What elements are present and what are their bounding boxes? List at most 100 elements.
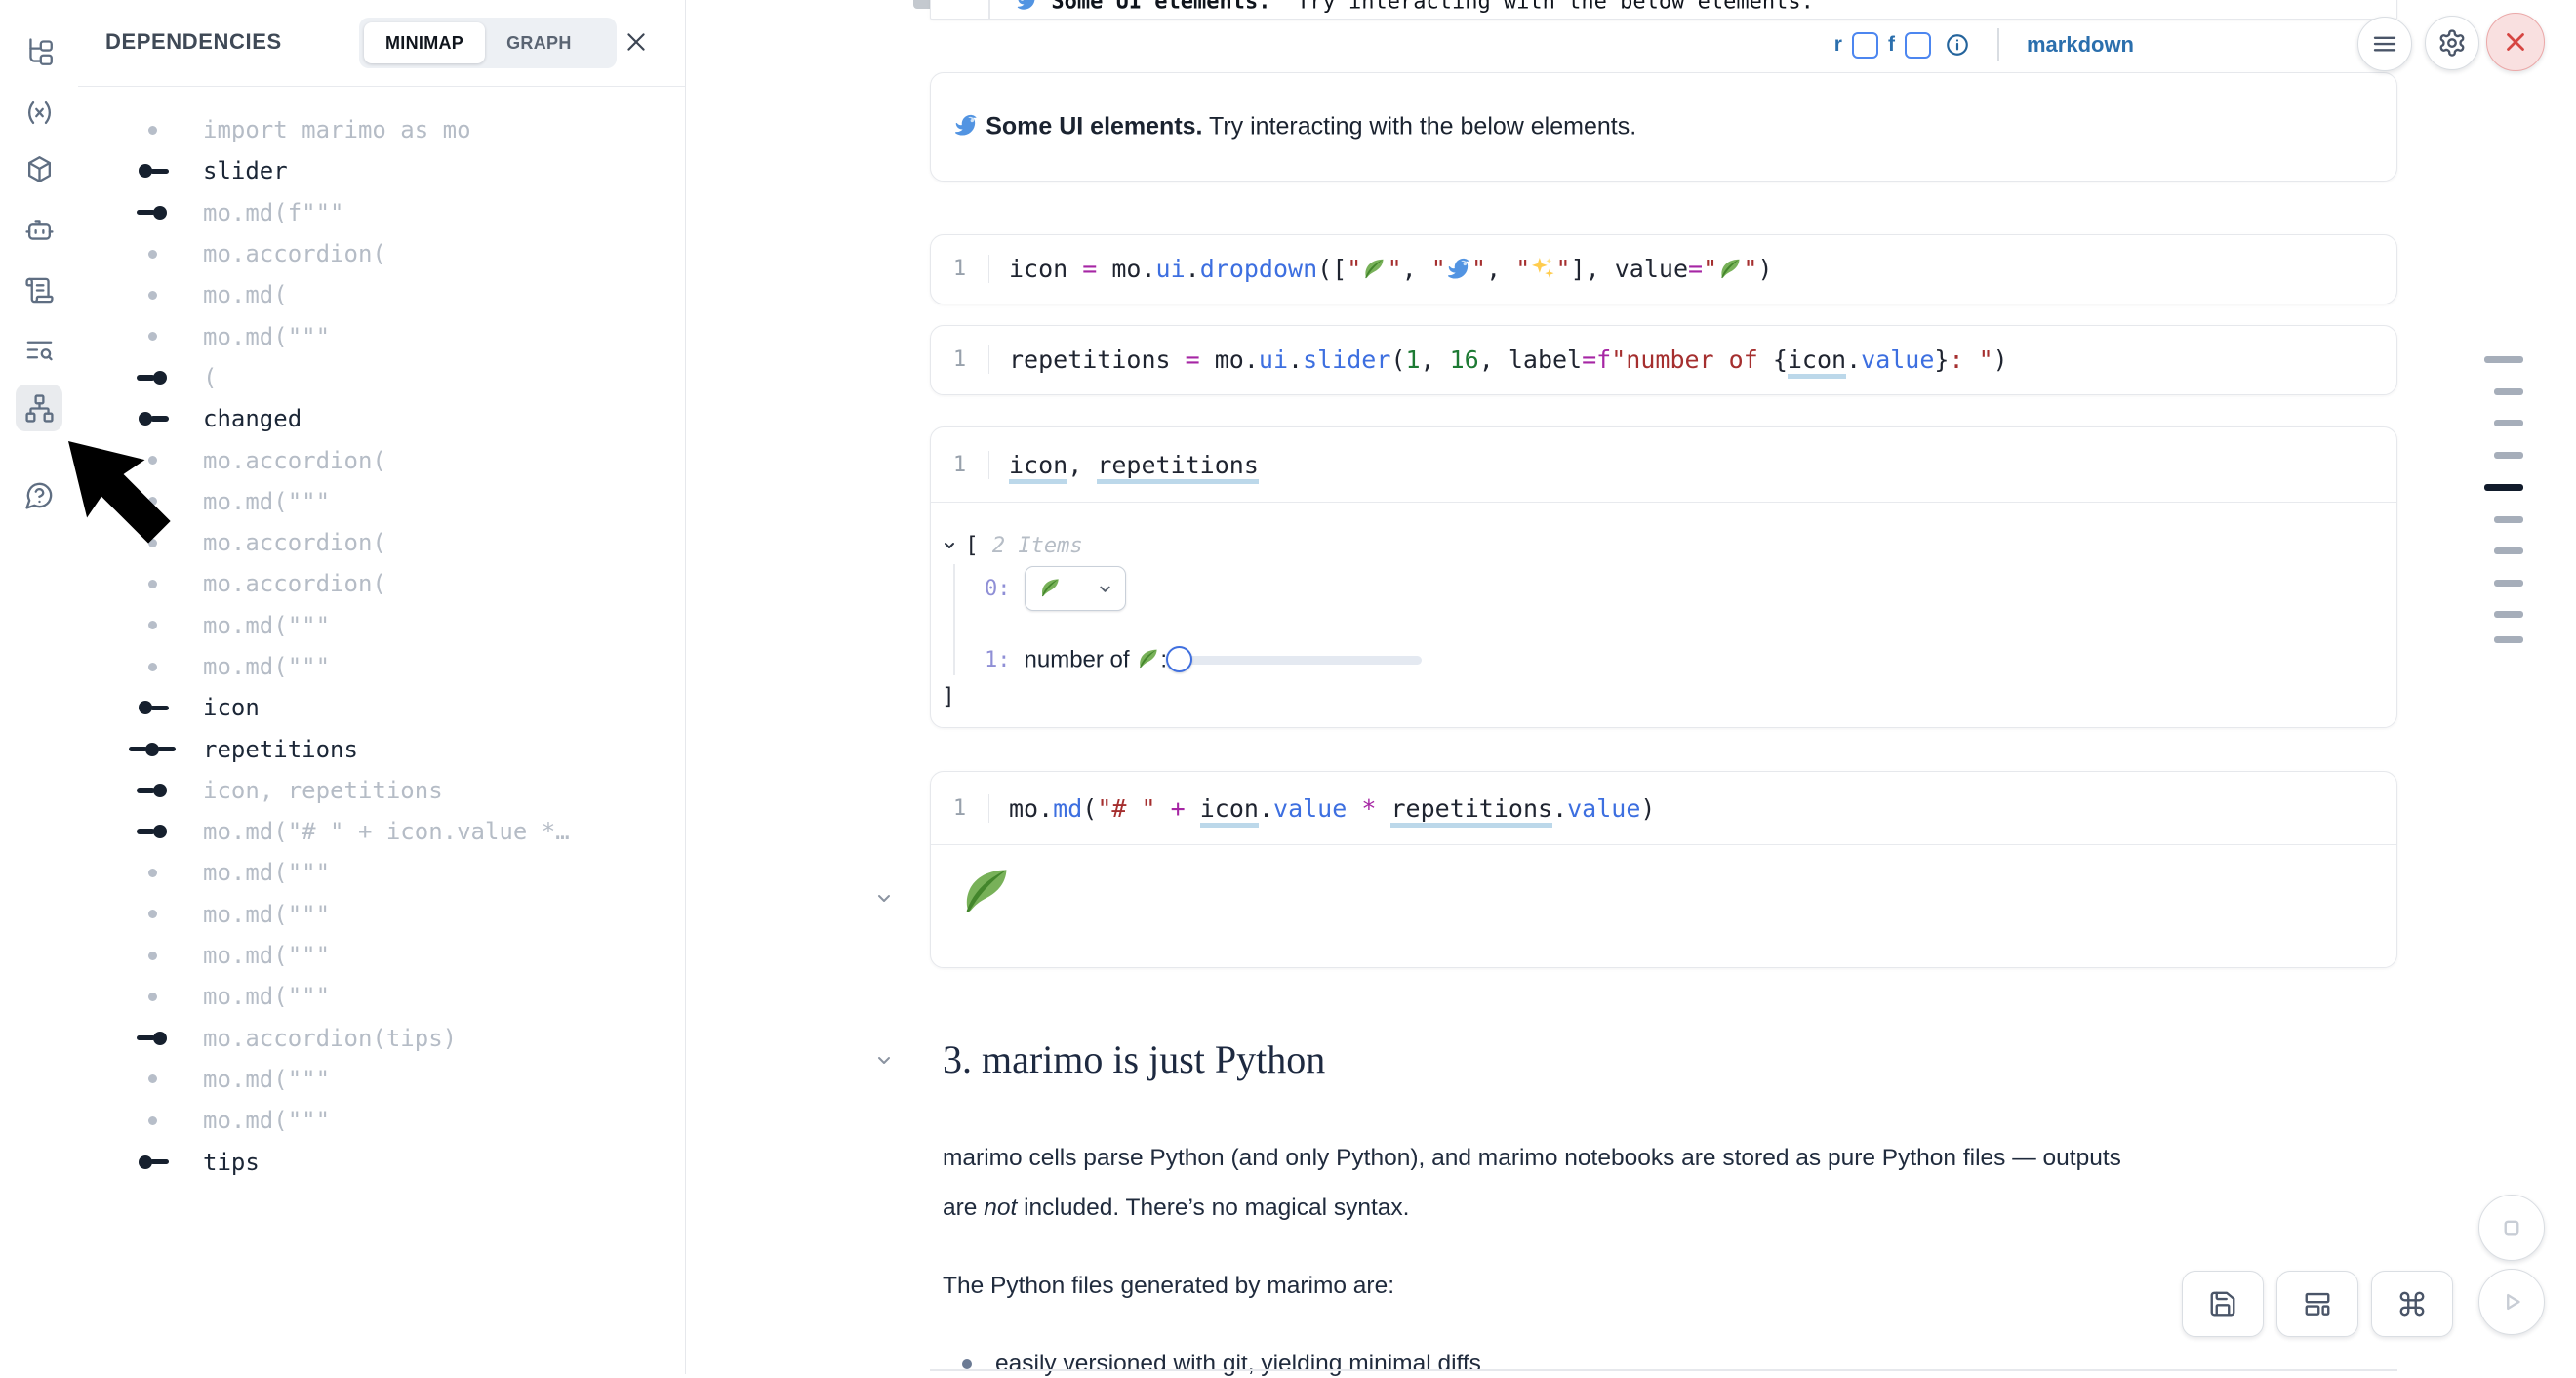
gutter-divider: [988, 0, 990, 19]
code-editor[interactable]: icon = mo.ui.dropdown(["", "", ""], valu…: [988, 255, 2396, 283]
markdown-source-line[interactable]: Some UI elements. Try interacting with t…: [1016, 0, 1814, 15]
slider-thumb[interactable]: [1166, 646, 1192, 672]
minimap-item-label: mo.accordion(tips): [203, 1025, 457, 1052]
stop-button[interactable]: [2478, 1195, 2545, 1261]
minimap-item[interactable]: import marimo as mo: [78, 109, 683, 150]
command-palette-button[interactable]: [2371, 1271, 2453, 1337]
collapse-section-chevron-icon[interactable]: [874, 1050, 894, 1070]
info-icon[interactable]: [1945, 32, 1970, 58]
cell-dot-icon: [125, 456, 180, 465]
paragraph-1: marimo cells parse Python (and only Pyth…: [943, 1133, 2328, 1233]
minimap-item[interactable]: mo.md(""": [78, 646, 683, 687]
slider-label: number of :: [1025, 646, 1168, 673]
minimap-item[interactable]: mo.md(""": [78, 935, 683, 976]
leaf-output: [957, 862, 1015, 919]
minimap-item[interactable]: icon: [78, 687, 683, 728]
dependency-edge-icon: [125, 825, 180, 838]
save-icon: [2208, 1289, 2237, 1318]
tab-minimap[interactable]: MINIMAP: [364, 22, 485, 63]
minimap-item[interactable]: mo.accordion(: [78, 563, 683, 604]
scroll-marker[interactable]: [2494, 388, 2523, 395]
minimap-item[interactable]: repetitions: [78, 728, 683, 769]
scroll-marker-active[interactable]: [2484, 484, 2523, 491]
layout-icon: [2303, 1289, 2332, 1318]
code-editor[interactable]: repetitions = mo.ui.slider(1, 16, label=…: [988, 345, 2396, 374]
markdown-output-cell: Some UI elements. Try interacting with t…: [930, 72, 2397, 182]
scroll-marker[interactable]: [2494, 516, 2523, 523]
minimap-item[interactable]: mo.md(""": [78, 1059, 683, 1100]
minimap-item[interactable]: mo.accordion(: [78, 522, 683, 563]
scroll-marker[interactable]: [2494, 452, 2523, 459]
cell-dot-icon: [125, 621, 180, 629]
scroll-marker[interactable]: [2484, 356, 2523, 363]
icon-dropdown-select[interactable]: [1025, 566, 1126, 611]
code-editor[interactable]: mo.md("# " + icon.value * repetitions.va…: [988, 794, 2396, 823]
minimap-item[interactable]: icon, repetitions: [78, 770, 683, 811]
layout-button[interactable]: [2276, 1271, 2358, 1337]
packages-icon[interactable]: [16, 145, 62, 192]
minimap-item[interactable]: mo.md(""": [78, 976, 683, 1017]
scroll-marker[interactable]: [2494, 611, 2523, 618]
markdown-editor-cell-clipped[interactable]: Some UI elements. Try interacting with t…: [930, 0, 2397, 20]
outline-search-icon[interactable]: [16, 326, 62, 373]
shutdown-button[interactable]: [2486, 13, 2545, 71]
code-editor[interactable]: icon, repetitions: [988, 451, 2396, 479]
slider-track[interactable]: [1179, 656, 1422, 665]
tree-collapse-chevron-icon[interactable]: [942, 538, 957, 553]
minimap-item[interactable]: changed: [78, 398, 683, 439]
close-panel-button[interactable]: [623, 29, 650, 57]
minimap-item[interactable]: mo.md("# " + icon.value *…: [78, 811, 683, 852]
scroll-marker[interactable]: [2494, 636, 2523, 643]
run-button[interactable]: [2478, 1269, 2545, 1335]
minimap-item[interactable]: mo.md(: [78, 274, 683, 315]
minimap-item[interactable]: slider: [78, 150, 683, 191]
repetitions-slider[interactable]: [1175, 646, 1430, 673]
minimap-item[interactable]: mo.md(""": [78, 605, 683, 646]
settings-button[interactable]: [2425, 16, 2479, 70]
tree-close-bracket: ]: [942, 684, 955, 709]
cell-dot-icon: [125, 539, 180, 547]
slider-code-cell: 1 repetitions = mo.ui.slider(1, 16, labe…: [930, 325, 2397, 395]
minimap-item[interactable]: mo.md(""": [78, 481, 683, 522]
collapse-output-chevron-icon[interactable]: [874, 888, 894, 908]
minimap-item-label: mo.md(""": [203, 942, 330, 969]
logs-icon[interactable]: [16, 266, 62, 313]
dependency-edge-icon: [125, 743, 180, 756]
minimap-item[interactable]: mo.accordion(: [78, 233, 683, 274]
minimap-item[interactable]: mo.md(""": [78, 315, 683, 356]
scroll-marker[interactable]: [2494, 420, 2523, 426]
play-icon: [2497, 1287, 2526, 1317]
tuple-output-tree: [ 2 Items 0: 1: number of : ]: [931, 504, 2396, 727]
cell-dot-icon: [125, 332, 180, 341]
minimap-item[interactable]: mo.md(""": [78, 852, 683, 893]
reactive-label: r: [1834, 33, 1842, 57]
dependencies-icon[interactable]: [16, 385, 62, 431]
file-tree-icon[interactable]: [16, 28, 62, 75]
language-label[interactable]: markdown: [2027, 32, 2134, 58]
dependency-edge-icon: [125, 164, 180, 178]
italic-text: not: [984, 1195, 1017, 1221]
minimap-item[interactable]: mo.accordion(tips): [78, 1018, 683, 1059]
minimap-item[interactable]: (: [78, 357, 683, 398]
fstring-checkbox[interactable]: [1905, 32, 1931, 59]
cell-dot-icon: [125, 993, 180, 1001]
ai-assistant-icon[interactable]: [16, 206, 62, 253]
save-button[interactable]: [2182, 1271, 2264, 1337]
minimap-item[interactable]: mo.md(""": [78, 1100, 683, 1141]
help-icon[interactable]: [16, 471, 62, 518]
dependency-edge-icon: [125, 701, 180, 714]
minimap-item[interactable]: mo.accordion(: [78, 439, 683, 480]
minimap-item-label: mo.md(""": [203, 323, 330, 350]
scroll-marker[interactable]: [2494, 580, 2523, 587]
variables-icon[interactable]: [16, 89, 62, 136]
gear-icon: [2437, 28, 2467, 58]
scroll-marker[interactable]: [2494, 547, 2523, 554]
minimap-item[interactable]: mo.md(f""": [78, 192, 683, 233]
reactive-checkbox[interactable]: [1852, 32, 1878, 59]
tab-graph[interactable]: GRAPH: [485, 22, 593, 63]
notebook-menu-button[interactable]: [2357, 17, 2412, 71]
tree-open-bracket: [: [965, 533, 979, 558]
minimap-item-label: mo.md(""": [203, 983, 330, 1010]
minimap-item[interactable]: mo.md(""": [78, 894, 683, 935]
minimap-item[interactable]: tips: [78, 1141, 683, 1182]
